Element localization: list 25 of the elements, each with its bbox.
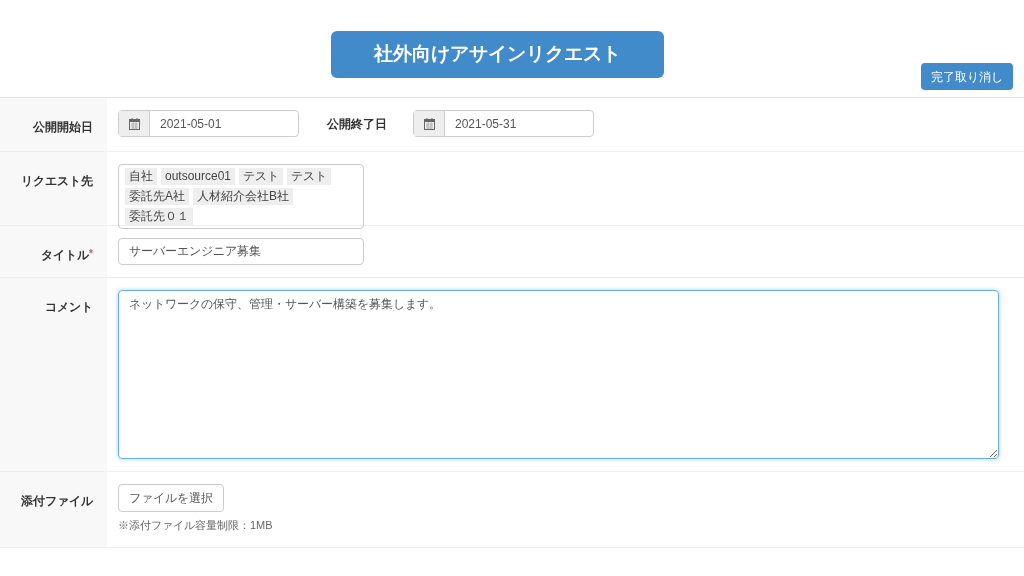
date-field[interactable]: 2021-05-01 bbox=[118, 110, 299, 137]
tag: 人材紹介会社B社 bbox=[193, 188, 294, 205]
date-field[interactable]: 2021-05-31 bbox=[413, 110, 594, 137]
tag: テスト bbox=[239, 168, 284, 185]
field-label: リクエスト先 bbox=[21, 173, 93, 188]
tag: テスト bbox=[287, 168, 332, 185]
field-label: 公開開始日 bbox=[33, 119, 93, 134]
cancel-completion-button[interactable]: 完了取り消し bbox=[921, 63, 1013, 90]
field-label: タイトル bbox=[41, 247, 90, 262]
page-title: 社外向けアサインリクエスト bbox=[331, 31, 664, 78]
tag: 自社 bbox=[125, 168, 157, 185]
field-label: 公開終了日 bbox=[327, 116, 387, 133]
title-input[interactable]: サーバーエンジニア募集 bbox=[118, 238, 364, 265]
tag: outsource01 bbox=[161, 168, 236, 185]
calendar-icon bbox=[423, 117, 435, 130]
tag: 委託先０１ bbox=[125, 208, 193, 225]
file-size-note: ※添付ファイル容量制限：1MB bbox=[118, 518, 273, 533]
calendar-icon bbox=[128, 117, 140, 130]
tag: 委託先A社 bbox=[125, 188, 189, 205]
field-label: 添付ファイル bbox=[21, 493, 93, 508]
required-mark: * bbox=[89, 247, 93, 259]
field-label: コメント bbox=[45, 299, 93, 314]
choose-file-button[interactable]: ファイルを選択 bbox=[118, 484, 224, 512]
tag-select-field[interactable]: 自社 outsource01 テスト テスト 委託先A社 人材紹介会社B社 委託先０１ bbox=[118, 164, 364, 229]
comment-textarea[interactable]: ネットワークの保守、管理・サーバー構築を募集します。 bbox=[118, 290, 999, 459]
